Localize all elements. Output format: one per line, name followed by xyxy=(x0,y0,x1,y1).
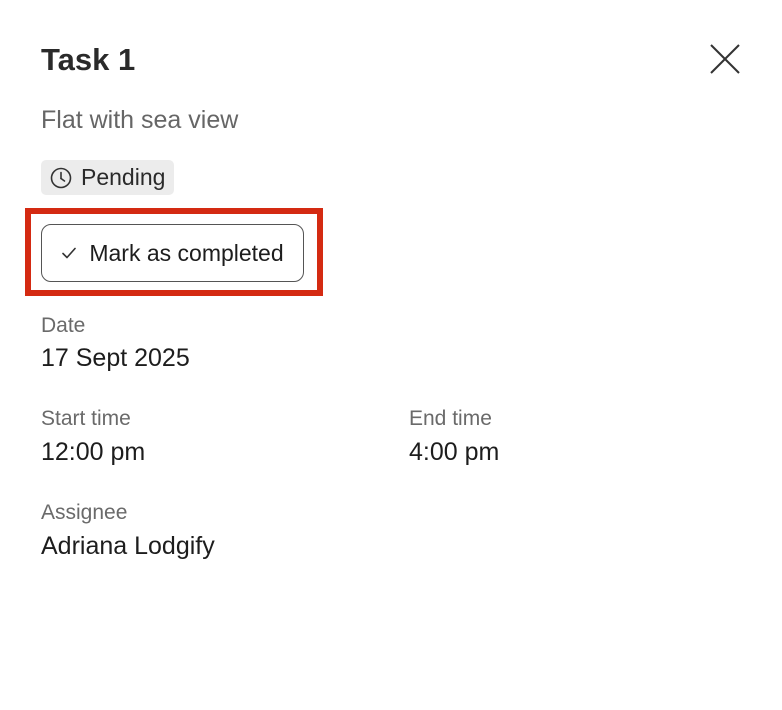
check-icon xyxy=(61,245,77,261)
status-label: Pending xyxy=(81,164,166,190)
property-name: Flat with sea view xyxy=(41,106,239,134)
start-time-value: 12:00 pm xyxy=(41,438,146,466)
assignee-label: Assignee xyxy=(41,501,128,524)
clock-icon xyxy=(50,167,72,189)
close-icon xyxy=(710,44,740,74)
close-button[interactable] xyxy=(708,42,742,76)
assignee-value: Adriana Lodgify xyxy=(41,532,215,560)
date-label: Date xyxy=(41,314,86,337)
status-badge: Pending xyxy=(41,160,175,195)
date-value: 17 Sept 2025 xyxy=(41,344,190,372)
mark-as-completed-button[interactable]: Mark as completed xyxy=(41,224,304,282)
end-time-value: 4:00 pm xyxy=(409,438,500,466)
task-title: Task 1 xyxy=(41,42,136,77)
end-time-label: End time xyxy=(409,407,492,430)
task-detail-panel: Task 1 Flat with sea view Pending Mark a… xyxy=(0,0,782,710)
mark-as-completed-label: Mark as completed xyxy=(89,239,284,266)
start-time-label: Start time xyxy=(41,407,131,430)
